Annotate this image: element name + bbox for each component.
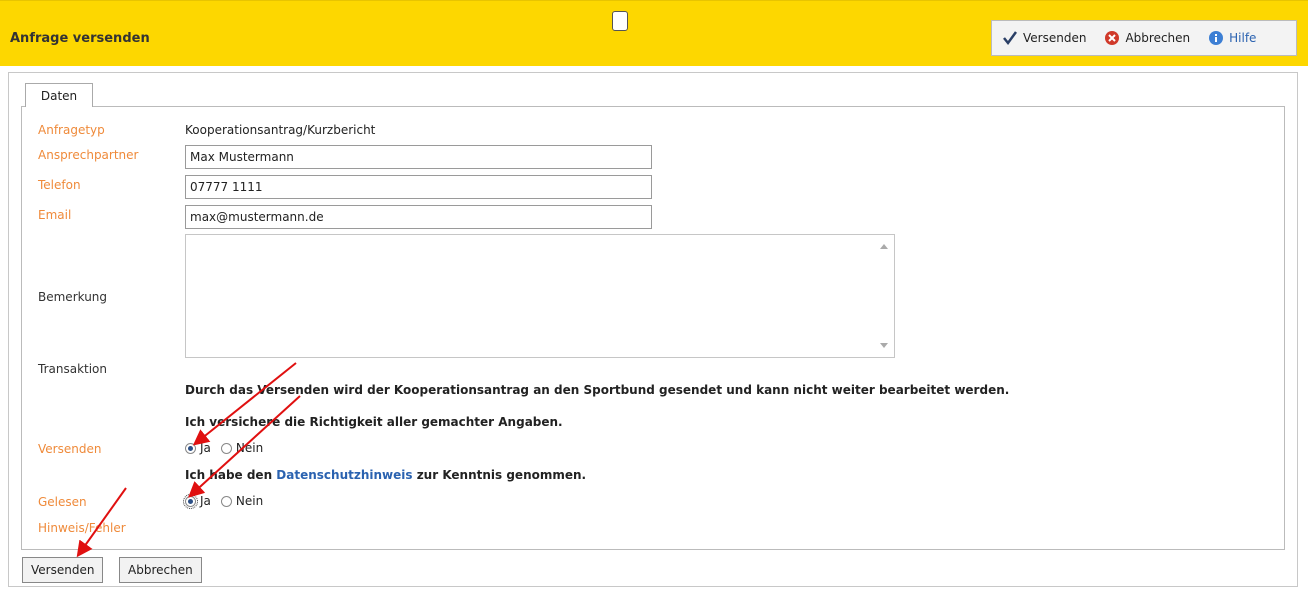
annotation-arrow-versenden bbox=[192, 362, 297, 446]
annotation-arrows bbox=[76, 362, 301, 558]
tab-daten[interactable]: Daten bbox=[25, 83, 93, 107]
annotation-arrow-send-button bbox=[76, 487, 127, 558]
annotation-arrow-gelesen bbox=[188, 395, 301, 498]
